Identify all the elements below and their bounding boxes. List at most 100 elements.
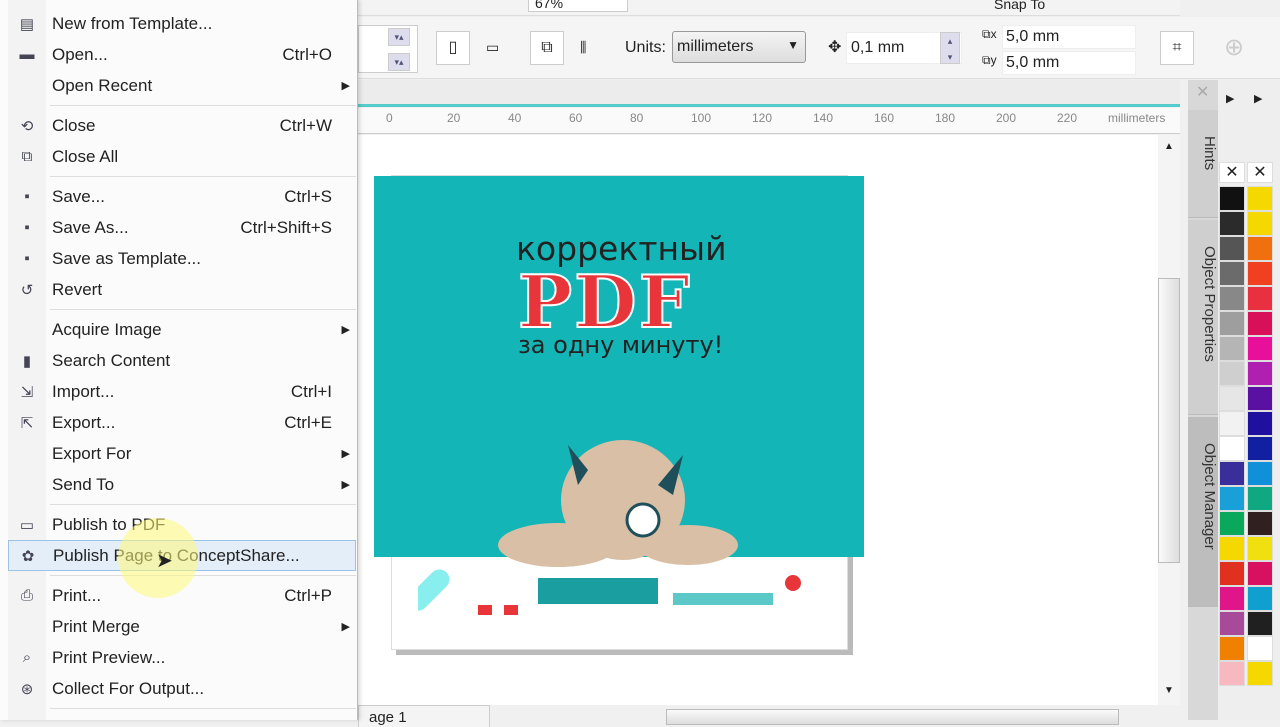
color-swatch[interactable] — [1219, 386, 1245, 411]
add-icon[interactable]: ⊕ — [1224, 33, 1244, 62]
duplicate-y-field[interactable]: 5,0 mm — [1002, 51, 1136, 75]
color-swatch[interactable] — [1247, 361, 1273, 386]
all-pages-button[interactable]: ⧉ — [530, 31, 564, 65]
portrait-button[interactable]: ▯ — [436, 31, 470, 65]
color-swatch[interactable] — [1247, 211, 1273, 236]
ruler-tick: 40 — [508, 111, 522, 125]
color-swatch[interactable] — [1219, 536, 1245, 561]
close-docker-icon[interactable]: ✕ — [1196, 82, 1209, 102]
color-swatch[interactable] — [1219, 411, 1245, 436]
submenu-arrow-icon: ▶ — [341, 80, 350, 92]
menu-item-save-as[interactable]: ▪ Save As... Ctrl+Shift+S — [8, 212, 356, 243]
color-swatch[interactable] — [1219, 661, 1245, 686]
color-swatch[interactable] — [1247, 436, 1273, 461]
color-swatch[interactable] — [1219, 286, 1245, 311]
color-swatch[interactable] — [1219, 436, 1245, 461]
color-swatch[interactable] — [1247, 336, 1273, 361]
color-swatch[interactable] — [1247, 386, 1273, 411]
color-swatch[interactable] — [1219, 611, 1245, 636]
color-swatch[interactable] — [1247, 511, 1273, 536]
units-label: Units: — [625, 39, 666, 56]
color-swatch[interactable] — [1219, 586, 1245, 611]
vertical-scrollbar[interactable]: ▲ ▼ — [1158, 135, 1180, 705]
color-swatch[interactable] — [1219, 461, 1245, 486]
palette-arrow-icon[interactable]: ▶ — [1254, 92, 1262, 105]
menu-item-shortcut: Ctrl+Shift+S — [240, 217, 332, 237]
menu-item-save-as-template[interactable]: ▪ Save as Template... — [8, 243, 356, 274]
color-swatch[interactable] — [1219, 636, 1245, 661]
color-swatch[interactable] — [1247, 186, 1273, 211]
menu-item-collect-for-output[interactable]: ⊛ Collect For Output... — [8, 673, 356, 704]
menu-item-print-merge[interactable]: Print Merge ▶ — [8, 611, 356, 642]
scroll-down-icon[interactable]: ▼ — [1164, 685, 1174, 696]
color-swatch[interactable] — [1247, 236, 1273, 261]
menu-item-revert[interactable]: ↺ Revert — [8, 274, 356, 305]
menu-item-import[interactable]: ⇲ Import... Ctrl+I — [8, 376, 356, 407]
color-swatch[interactable] — [1247, 311, 1273, 336]
color-swatch[interactable] — [1219, 561, 1245, 586]
scroll-thumb[interactable] — [1158, 278, 1180, 563]
treat-as-filled-button[interactable]: ⌗ — [1160, 31, 1194, 65]
current-page-button[interactable]: ⫼ — [580, 39, 586, 56]
page-tab[interactable]: age 1 — [358, 705, 490, 727]
color-swatch[interactable] — [1219, 361, 1245, 386]
no-color-swatch[interactable]: ✕ — [1247, 162, 1273, 183]
drawing-canvas[interactable]: корректный PDF за одну минуту! age 1 — [358, 135, 1158, 727]
color-swatch[interactable] — [1219, 211, 1245, 236]
color-swatch[interactable] — [1219, 486, 1245, 511]
ruler-tick: 160 — [874, 111, 895, 125]
menu-item-label: Save... — [52, 186, 105, 206]
zoom-level-field[interactable]: 67% — [528, 0, 628, 12]
spin-button[interactable]: ▾▴ — [388, 28, 410, 46]
landscape-button[interactable]: ▭ — [486, 39, 499, 56]
color-swatch[interactable] — [1247, 286, 1273, 311]
horizontal-scrollbar[interactable] — [666, 709, 1119, 725]
menu-item-export-for[interactable]: Export For ▶ — [8, 438, 356, 469]
menu-item-new-from-template[interactable]: ▤ New from Template... — [8, 8, 356, 39]
menu-item-close-all[interactable]: ⧉ Close All — [8, 141, 356, 172]
color-swatch[interactable] — [1247, 411, 1273, 436]
ruler-tick: 60 — [569, 111, 583, 125]
menu-item-save[interactable]: ▪ Save... Ctrl+S — [8, 181, 356, 212]
ruler-tick: 140 — [813, 111, 834, 125]
color-swatch[interactable] — [1219, 236, 1245, 261]
color-swatch[interactable] — [1247, 536, 1273, 561]
no-color-swatch[interactable]: ✕ — [1219, 162, 1245, 183]
color-swatch[interactable] — [1247, 586, 1273, 611]
docker-tab-hints[interactable]: Hints — [1188, 110, 1218, 218]
menu-item-acquire-image[interactable]: Acquire Image ▶ — [8, 314, 356, 345]
spin-button[interactable]: ▾▴ — [388, 53, 410, 71]
color-swatch[interactable] — [1247, 261, 1273, 286]
color-swatch[interactable] — [1247, 561, 1273, 586]
color-swatch[interactable] — [1219, 311, 1245, 336]
palette-arrow-icon[interactable]: ▶ — [1226, 92, 1234, 105]
color-swatch[interactable] — [1247, 636, 1273, 661]
snap-to-dropdown[interactable]: Snap To — [994, 0, 1045, 12]
scroll-up-icon[interactable]: ▲ — [1164, 141, 1174, 152]
menu-item-send-to[interactable]: Send To ▶ — [8, 469, 356, 500]
color-swatch[interactable] — [1219, 186, 1245, 211]
color-swatch[interactable] — [1219, 261, 1245, 286]
color-swatch[interactable] — [1247, 486, 1273, 511]
menu-item-close[interactable]: ⟲ Close Ctrl+W — [8, 110, 356, 141]
menu-item-search-content[interactable]: ▮ Search Content — [8, 345, 356, 376]
print-icon: ⎙ — [20, 587, 33, 604]
menu-item-print-preview[interactable]: ⌕ Print Preview... — [8, 642, 356, 673]
docker-tab-object-manager[interactable]: Object Manager — [1188, 417, 1218, 607]
color-swatch[interactable] — [1219, 511, 1245, 536]
menu-item-open[interactable]: ▬ Open... Ctrl+O — [8, 39, 356, 70]
menu-item-open-recent[interactable]: Open Recent ▶ — [8, 70, 356, 101]
nudge-spin[interactable]: ▴ ▾ — [940, 32, 960, 64]
duplicate-x-field[interactable]: 5,0 mm — [1002, 25, 1136, 49]
menu-separator — [50, 105, 356, 106]
menu-item-shortcut: Ctrl+I — [290, 381, 332, 401]
color-swatch[interactable] — [1247, 611, 1273, 636]
color-swatch[interactable] — [1247, 661, 1273, 686]
menu-item-export[interactable]: ⇱ Export... Ctrl+E — [8, 407, 356, 438]
color-swatch[interactable] — [1247, 461, 1273, 486]
docker-tab-object-properties[interactable]: Object Properties — [1188, 220, 1218, 415]
menu-item-label: Open Recent — [52, 75, 153, 95]
color-swatch[interactable] — [1219, 336, 1245, 361]
menu-item-label: Print Preview... — [52, 647, 166, 667]
units-dropdown[interactable]: millimeters ▼ — [672, 31, 806, 63]
